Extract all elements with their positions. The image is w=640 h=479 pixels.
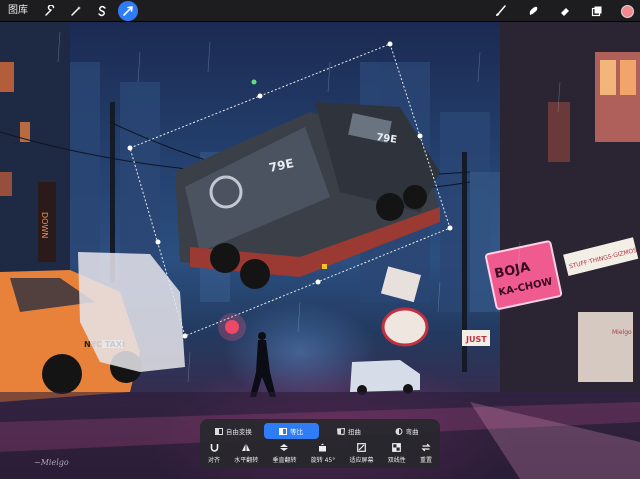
adjustments-button[interactable] (66, 1, 86, 21)
smudge-button[interactable] (523, 1, 543, 21)
mode-uniform[interactable]: 等比 (263, 423, 319, 439)
selection-s-icon (98, 5, 106, 16)
paint-button[interactable] (491, 1, 511, 21)
mode-label: 扭曲 (347, 428, 361, 436)
right-toolbar (479, 0, 640, 22)
smudge-icon (529, 6, 538, 15)
magic-wand-icon (71, 5, 81, 16)
action-label: 水平翻转 (234, 457, 259, 464)
fit-screen-icon (357, 443, 366, 452)
layers-button[interactable] (587, 1, 607, 21)
flip-horizontal-icon (242, 444, 251, 451)
transform-modes: 自由变换 等比 扭曲 弯曲 (206, 423, 434, 439)
reset-button[interactable]: 重置 (420, 443, 432, 464)
arrow-cursor-icon (123, 5, 133, 16)
action-label: 旋转 45° (310, 457, 336, 464)
rotate-icon (319, 443, 327, 452)
snapping-button[interactable]: 对齐 (208, 443, 220, 464)
top-toolbar: 图库 (0, 0, 640, 22)
person-figure (218, 313, 276, 397)
actions-wrench-button[interactable] (40, 1, 60, 21)
sign-just: JUST (465, 335, 487, 344)
transform-panel: 自由变换 等比 扭曲 弯曲 对齐 水平翻转 垂直翻转 旋转 45° 适应屏幕 双… (200, 419, 440, 468)
erase-button[interactable] (555, 1, 575, 21)
free-transform-icon (214, 427, 223, 435)
action-label: 重置 (419, 457, 432, 464)
selection-button[interactable] (92, 1, 112, 21)
sign-down: DOWN (40, 212, 49, 238)
action-label: 垂直翻转 (272, 457, 297, 464)
mode-free-transform[interactable]: 自由变换 (206, 423, 261, 439)
sign-mielgo: Mielgo (612, 329, 632, 336)
wrench-icon (45, 4, 55, 16)
drawing-canvas[interactable]: DOWN BOJA KA-CHOW STUFF·THINGS·GIZMOS Mi… (0, 22, 640, 479)
interpolation-button[interactable]: 双线性 (388, 443, 406, 464)
action-label: 对齐 (208, 457, 221, 464)
distort-icon (336, 427, 345, 435)
bilinear-icon (392, 443, 402, 452)
artist-signature: ~Mielgo (34, 458, 69, 467)
fit-to-screen-button[interactable]: 适应屏幕 (349, 443, 373, 464)
gallery-button[interactable]: 图库 (0, 0, 34, 22)
action-label: 适应屏幕 (349, 457, 374, 464)
action-label: 双线性 (387, 457, 406, 464)
uniform-icon (279, 427, 288, 435)
flip-horizontal-button[interactable]: 水平翻转 (234, 443, 258, 464)
current-color-swatch[interactable] (621, 4, 634, 18)
reset-icon (421, 443, 431, 452)
eraser-icon (561, 8, 569, 16)
layers-icon (591, 6, 602, 17)
brush-icon (496, 5, 506, 16)
mode-label: 弯曲 (405, 428, 419, 436)
flip-vertical-icon (280, 444, 289, 451)
transform-actions: 对齐 水平翻转 垂直翻转 旋转 45° 适应屏幕 双线性 重置 (206, 443, 434, 464)
transform-button[interactable] (118, 0, 138, 21)
mode-label: 自由变换 (225, 428, 252, 436)
rotate-45-button[interactable]: 旋转 45° (310, 443, 336, 464)
flip-vertical-button[interactable]: 垂直翻转 (272, 443, 296, 464)
mode-distort[interactable]: 扭曲 (322, 423, 377, 439)
artwork-illustration: DOWN BOJA KA-CHOW STUFF·THINGS·GIZMOS Mi… (0, 22, 640, 479)
mode-warp[interactable]: 弯曲 (379, 423, 434, 439)
magnet-icon (210, 444, 218, 452)
warp-icon (395, 427, 403, 435)
mode-label: 等比 (290, 428, 304, 436)
